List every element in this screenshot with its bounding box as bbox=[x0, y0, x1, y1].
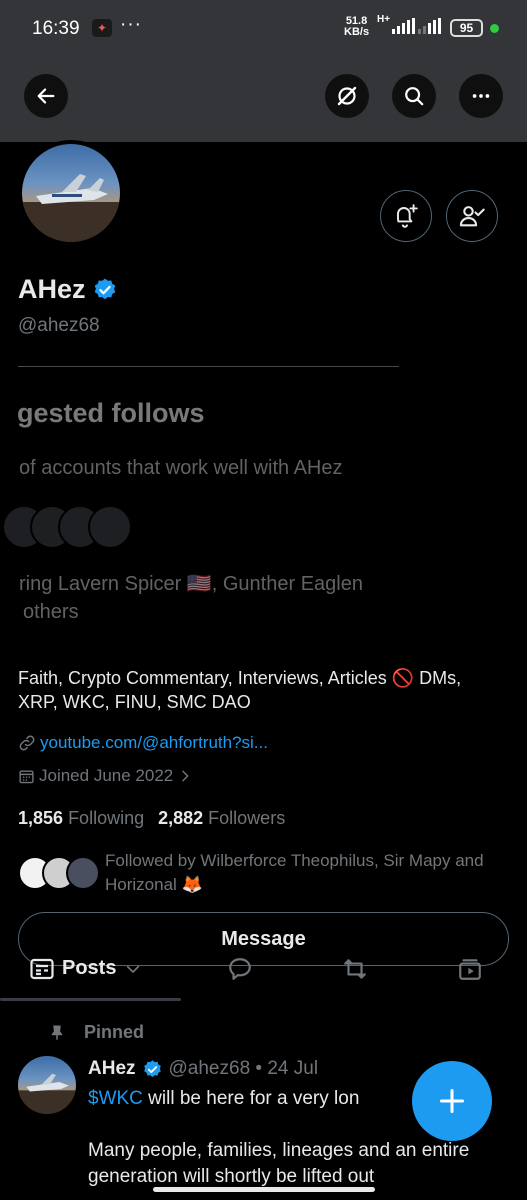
following-button[interactable] bbox=[446, 190, 498, 242]
compose-plus-icon bbox=[439, 1088, 465, 1114]
follow-stats: 1,856 Following 2,882 Followers bbox=[18, 808, 285, 829]
gesture-nav-bar[interactable] bbox=[153, 1187, 375, 1192]
suggested-follows-card[interactable]: gested follows of accounts that work wel… bbox=[0, 364, 527, 638]
divider bbox=[18, 366, 399, 367]
posts-tab-icon bbox=[30, 958, 54, 979]
back-arrow-icon bbox=[37, 88, 55, 104]
profile-avatar[interactable] bbox=[18, 140, 124, 246]
status-time: 16:39 bbox=[32, 18, 80, 39]
privacy-dot bbox=[490, 24, 499, 33]
joined-text: Joined June 2022 bbox=[39, 766, 174, 785]
tweet-author-name[interactable]: AHez bbox=[88, 1058, 136, 1080]
video-tab-icon[interactable] bbox=[456, 956, 484, 982]
status-more-dots: ··· bbox=[120, 14, 142, 35]
pinned-label: Pinned bbox=[48, 1022, 144, 1043]
tab-posts[interactable]: Posts bbox=[30, 957, 142, 980]
suggested-title: gested follows bbox=[17, 398, 205, 428]
verified-badge-icon bbox=[143, 1059, 161, 1077]
verified-badge-icon[interactable] bbox=[92, 277, 118, 303]
followed-by-text: Followed by Wilberforce Theophilus, Sir … bbox=[105, 851, 484, 894]
more-button[interactable] bbox=[459, 74, 503, 118]
profile-bio: Faith, Crypto Commentary, Interviews, Ar… bbox=[18, 668, 462, 712]
followed-by[interactable]: Followed by Wilberforce Theophilus, Sir … bbox=[18, 848, 518, 898]
tweet-handle-date: @ahez68 • 24 Jul bbox=[168, 1058, 319, 1079]
profile-link[interactable]: youtube.com/@ahfortruth?si... bbox=[18, 733, 268, 753]
cashtag-link[interactable]: $WKC bbox=[88, 1088, 143, 1109]
followers-stat[interactable]: 2,882 Followers bbox=[158, 808, 285, 829]
chevron-right-icon bbox=[182, 770, 189, 782]
search-button[interactable] bbox=[392, 74, 436, 118]
profile-name: AHez bbox=[18, 274, 118, 305]
suggested-avatars bbox=[2, 505, 146, 549]
jet-image bbox=[18, 1073, 76, 1114]
active-tab-indicator bbox=[0, 998, 181, 1001]
compose-button[interactable] bbox=[412, 1061, 492, 1141]
jet-image bbox=[22, 174, 120, 242]
profile-handle: @ahez68 bbox=[18, 315, 100, 336]
app-notification-icon: ✦ bbox=[92, 19, 112, 37]
status-bar: 16:39 ✦ ··· 51.8 KB/s H+ 95 bbox=[0, 0, 527, 60]
profile-tabs: Posts bbox=[0, 952, 527, 998]
chevron-down-icon bbox=[127, 965, 140, 973]
network-type: H+ bbox=[377, 14, 391, 25]
grok-icon bbox=[337, 86, 357, 106]
pin-icon bbox=[51, 1025, 63, 1040]
following-check-icon bbox=[459, 206, 485, 227]
battery-icon: 95 bbox=[450, 19, 483, 37]
notifications-button[interactable] bbox=[380, 190, 432, 242]
search-icon bbox=[405, 87, 424, 106]
more-icon bbox=[472, 94, 490, 98]
signal-2-icon bbox=[418, 18, 441, 34]
profile-link-text[interactable]: youtube.com/@ahfortruth?si... bbox=[40, 733, 268, 753]
replies-tab-icon[interactable] bbox=[226, 956, 254, 982]
notification-add-icon bbox=[397, 204, 418, 228]
tweet-header: AHez @ahez68 • 24 Jul bbox=[88, 1058, 318, 1080]
tweet-avatar[interactable] bbox=[18, 1056, 76, 1114]
calendar-icon bbox=[19, 769, 34, 783]
suggested-featuring: ring Lavern Spicer 🇺🇸, Gunther Eaglen bbox=[19, 573, 363, 595]
network-speed: 51.8 KB/s bbox=[344, 15, 370, 38]
suggested-subtitle: of accounts that work well with AHez bbox=[19, 457, 343, 479]
signal-icon bbox=[392, 18, 415, 34]
suggested-others: others bbox=[23, 601, 79, 623]
grok-button[interactable] bbox=[325, 74, 369, 118]
following-stat[interactable]: 1,856 Following bbox=[18, 808, 144, 829]
joined-date[interactable]: Joined June 2022 bbox=[18, 766, 193, 786]
link-icon bbox=[19, 735, 35, 751]
follower-avatar bbox=[66, 856, 100, 890]
media-tab-icon[interactable] bbox=[341, 956, 369, 982]
back-button[interactable] bbox=[24, 74, 68, 118]
